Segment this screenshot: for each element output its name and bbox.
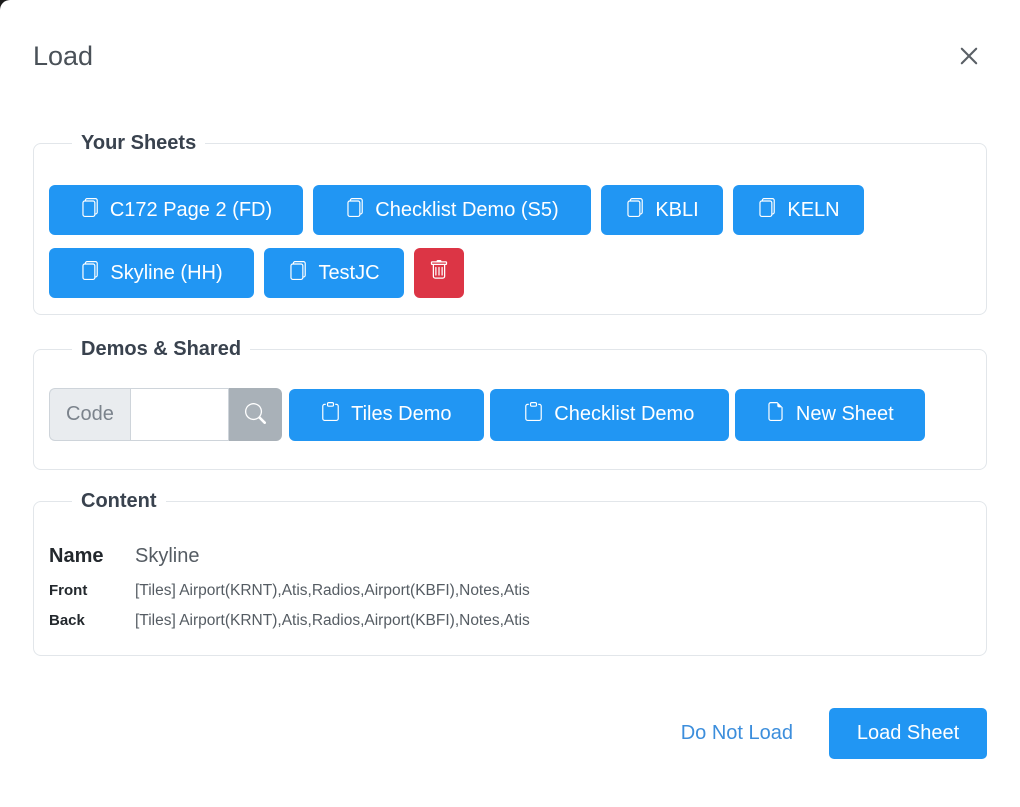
new-sheet-button[interactable]: New Sheet [735,389,925,441]
files-icon [80,198,99,223]
search-code-button[interactable] [229,388,282,441]
demo-button-checklist-demo[interactable]: Checklist Demo [490,389,729,441]
demo-button-tiles-demo[interactable]: Tiles Demo [289,389,484,441]
sheet-button-label: Checklist Demo (S5) [375,199,558,222]
file-earmark-icon [766,402,785,427]
do-not-load-button[interactable]: Do Not Load [681,722,793,745]
dialog-title: Load [33,40,93,72]
demos-shared-section: Demos & Shared Code Tiles Demo [33,338,987,470]
your-sheets-button-row: C172 Page 2 (FD) Checklist Demo (S5) KBL… [49,185,971,298]
files-icon [757,198,776,223]
sheet-button-c172-page-2[interactable]: C172 Page 2 (FD) [49,185,303,235]
content-row-back: Back [Tiles] Airport(KRNT),Atis,Radios,A… [49,612,971,630]
files-icon [288,261,307,286]
sheet-button-testjc[interactable]: TestJC [264,248,404,298]
content-section: Content Name Skyline Front [Tiles] Airpo… [33,490,987,656]
content-row-label: Back [49,612,135,629]
sheet-button-label: TestJC [318,262,379,285]
dialog-header: Load [33,40,987,72]
content-row-front: Front [Tiles] Airport(KRNT),Atis,Radios,… [49,582,971,600]
search-icon [245,403,266,427]
sheet-button-label: Skyline (HH) [110,262,222,285]
demo-button-label: Tiles Demo [351,403,451,426]
files-icon [345,198,364,223]
sheet-button-label: C172 Page 2 (FD) [110,199,272,222]
files-icon [625,198,644,223]
content-row-value: Skyline [135,545,199,568]
clipboard-icon [321,402,340,427]
code-input[interactable] [130,388,229,441]
your-sheets-legend: Your Sheets [72,132,205,155]
code-input-group: Code [49,388,282,441]
content-row-label: Front [49,582,135,599]
dialog-footer: Do Not Load Load Sheet [33,708,987,759]
close-icon [957,56,981,71]
delete-sheet-button[interactable] [414,248,464,298]
content-row-name: Name Skyline [49,545,971,568]
files-icon [80,261,99,286]
demos-shared-legend: Demos & Shared [72,338,250,361]
sheet-button-kbli[interactable]: KBLI [601,185,723,235]
content-row-label: Name [49,545,135,568]
content-legend: Content [72,490,166,513]
demo-button-label: Checklist Demo [554,403,694,426]
close-button[interactable] [957,44,981,68]
code-addon-label: Code [49,388,130,441]
sheet-button-label: KELN [787,199,839,222]
content-row-value: [Tiles] Airport(KRNT),Atis,Radios,Airpor… [135,582,530,600]
trash-icon [429,260,449,286]
sheet-button-label: KBLI [655,199,698,222]
content-row-value: [Tiles] Airport(KRNT),Atis,Radios,Airpor… [135,612,530,630]
clipboard-icon [524,402,543,427]
sheet-button-checklist-demo-s5[interactable]: Checklist Demo (S5) [313,185,591,235]
load-dialog: Load Your Sheets C172 Page 2 (FD) [0,0,1020,807]
demo-button-label: New Sheet [796,403,894,426]
load-sheet-button[interactable]: Load Sheet [829,708,987,759]
sheet-button-keln[interactable]: KELN [733,185,864,235]
your-sheets-section: Your Sheets C172 Page 2 (FD) Checklist D… [33,132,987,315]
demos-shared-row: Code Tiles Demo Checklist Demo [49,388,971,441]
sheet-button-skyline-hh[interactable]: Skyline (HH) [49,248,254,298]
